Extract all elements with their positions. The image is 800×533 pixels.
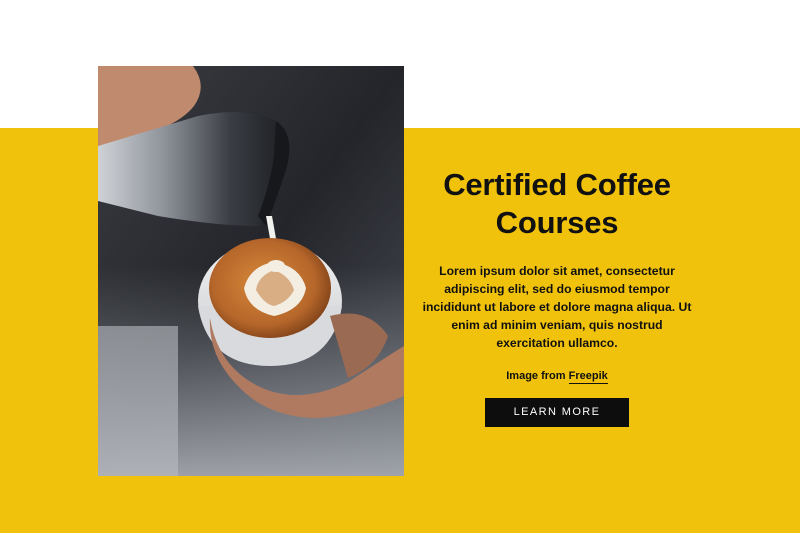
section-title: Certified Coffee Courses <box>418 166 696 242</box>
course-promo-content: Certified Coffee Courses Lorem ipsum dol… <box>418 166 696 427</box>
title-line-2: Courses <box>495 205 619 240</box>
image-credit: Image from Freepik <box>418 368 696 384</box>
latte-art-photo <box>98 66 404 476</box>
freepik-link[interactable]: Freepik <box>568 370 608 384</box>
image-credit-prefix: Image from <box>506 370 566 382</box>
title-line-1: Certified Coffee <box>443 167 671 202</box>
section-description: Lorem ipsum dolor sit amet, consectetur … <box>422 264 692 350</box>
learn-more-button[interactable]: LEARN MORE <box>485 398 629 427</box>
